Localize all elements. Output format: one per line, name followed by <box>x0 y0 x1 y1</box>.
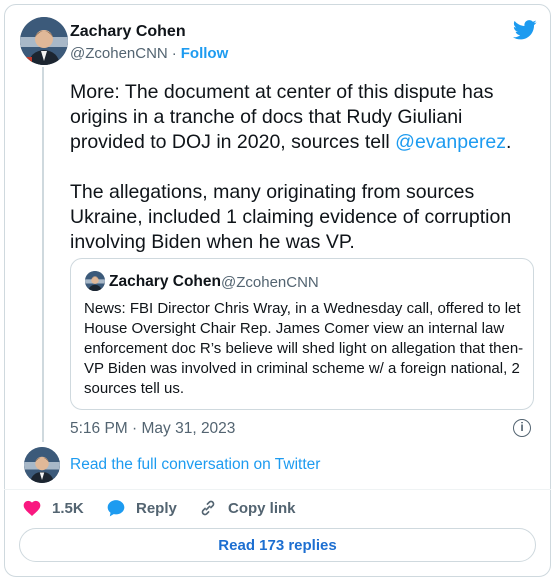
link-icon <box>201 500 215 516</box>
heart-icon <box>23 500 41 516</box>
info-icon[interactable]: i <box>513 419 531 437</box>
copy-link-button[interactable]: Copy link <box>198 498 296 518</box>
action-bar: 1.5K Reply Copy link <box>0 498 555 520</box>
reply-button[interactable]: Reply <box>106 498 177 518</box>
read-replies-button[interactable]: Read 173 replies <box>19 528 536 562</box>
quoted-avatar-image <box>85 271 105 291</box>
actions-divider <box>4 489 551 490</box>
quoted-tweet-text: News: FBI Director Chris Wray, in a Wedn… <box>84 300 524 397</box>
tweet-paragraph-1: More: The document at center of this dis… <box>70 80 540 155</box>
like-button[interactable]: 1.5K <box>22 498 84 518</box>
follow-button[interactable]: Follow <box>181 45 229 62</box>
conversation-avatar-image <box>24 447 60 483</box>
quoted-author-avatar <box>85 271 105 291</box>
author-handle-row: @ZcohenCNN · Follow <box>70 45 228 62</box>
tweet-paragraph-2: The allegations, many originating from s… <box>70 181 512 253</box>
reply-bubble-icon <box>107 500 125 517</box>
thread-connector-line <box>42 67 44 442</box>
avatar-image <box>20 17 68 65</box>
author-name[interactable]: Zachary Cohen <box>70 23 186 41</box>
tweet-body: More: The document at center of this dis… <box>70 80 540 280</box>
mention-link[interactable]: @evanperez <box>395 131 506 153</box>
reply-label: Reply <box>136 499 177 517</box>
author-handle[interactable]: @ZcohenCNN <box>70 45 168 62</box>
separator-dot: · <box>171 45 177 62</box>
read-full-conversation-link[interactable]: Read the full conversation on Twitter <box>70 456 320 474</box>
quoted-author-handle: @ZcohenCNN <box>221 274 319 291</box>
quoted-tweet[interactable]: Zachary Cohen @ZcohenCNN News: FBI Direc… <box>70 258 534 410</box>
quoted-author-name: Zachary Cohen <box>109 273 221 290</box>
twitter-bird-icon[interactable] <box>513 20 537 40</box>
conversation-avatar <box>24 447 60 483</box>
tweet-paragraph-1-end: . <box>506 131 512 153</box>
copy-link-label: Copy link <box>228 499 296 517</box>
like-count: 1.5K <box>52 499 84 517</box>
author-avatar[interactable] <box>20 17 68 65</box>
tweet-timestamp[interactable]: 5:16 PM · May 31, 2023 <box>70 420 235 438</box>
